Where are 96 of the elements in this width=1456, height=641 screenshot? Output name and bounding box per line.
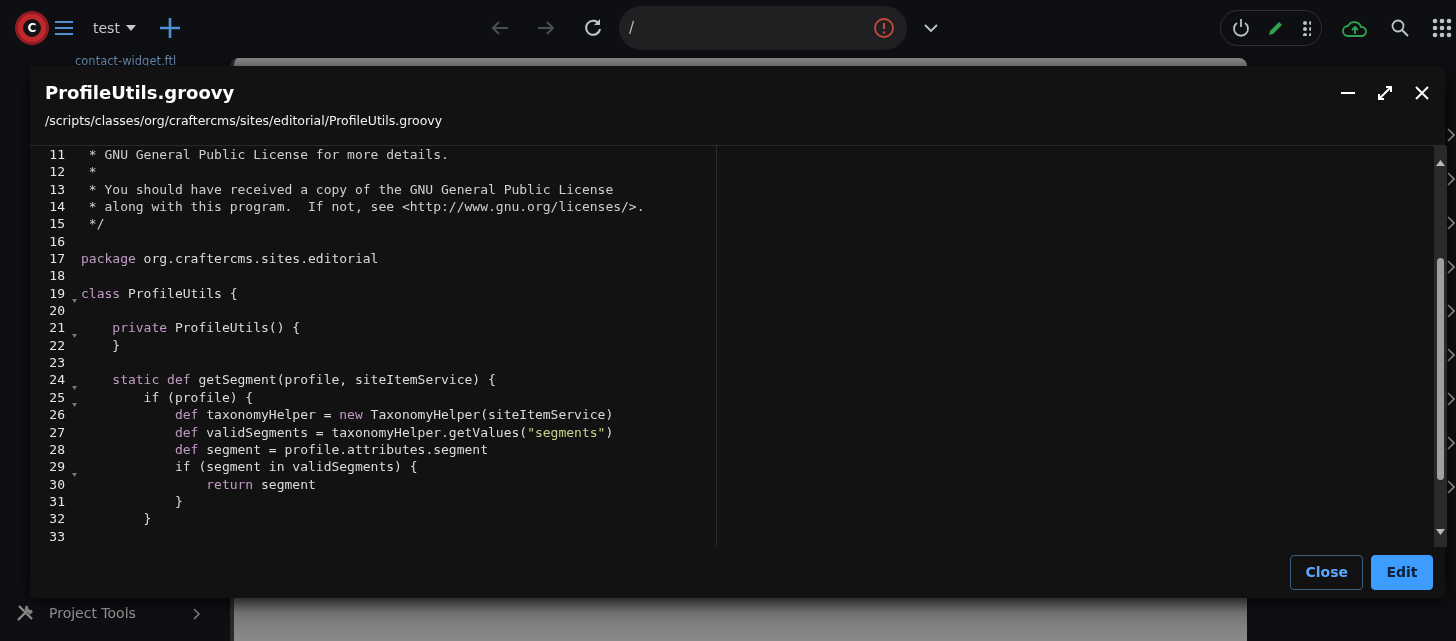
chevron-right-icon [1447, 304, 1455, 318]
search-button[interactable] [1391, 19, 1409, 37]
more-button[interactable] [1301, 20, 1311, 36]
edit-button[interactable]: Edit [1371, 555, 1433, 590]
code-line: package org.craftercms.sites.editorial [81, 251, 379, 267]
logo[interactable]: C [18, 14, 46, 42]
chevron-down-icon [924, 24, 938, 32]
dialog-title: ProfileUtils.groovy [45, 82, 236, 104]
line-number: 28 [48, 440, 66, 459]
code-line: } [111, 337, 121, 353]
scrollbar-thumb[interactable] [1437, 258, 1444, 480]
line-number: 25 [30, 388, 80, 407]
chevron-right-icon [1447, 392, 1455, 406]
line-number: 19 [30, 284, 80, 303]
fold-icon[interactable] [72, 299, 77, 304]
line-number: 12 [48, 163, 66, 181]
publish-button[interactable] [1342, 19, 1368, 37]
chevron-right-icon [1447, 216, 1455, 230]
refresh-icon [583, 18, 603, 38]
code-line: if (profile) { [142, 389, 254, 405]
fold-icon[interactable] [72, 472, 77, 477]
dropdown-button[interactable] [924, 24, 938, 32]
caret-icon [125, 25, 136, 31]
expand-icon [1377, 85, 1393, 101]
code-line: * along with this program. If not, see <http://www.gnu.org/licenses/>. [87, 199, 645, 215]
chevron-right-icon [1447, 436, 1455, 450]
line-number: 20 [48, 302, 66, 320]
line-number: 18 [48, 267, 66, 285]
chevron-right-icon [1447, 480, 1455, 494]
power-button[interactable] [1231, 18, 1251, 38]
line-number: 22 [48, 336, 66, 355]
edit-mode-button[interactable] [1267, 19, 1285, 37]
pencil-icon [1267, 19, 1285, 37]
apps-grid-icon [1432, 18, 1452, 38]
close-icon [1415, 86, 1429, 100]
file-path: /scripts/classes/org/craftercms/sites/editorial/ProfileUtils.groovy [45, 111, 443, 130]
line-number: 14 [48, 198, 66, 216]
line-number: 24 [30, 371, 80, 389]
chevron-right-icon [1447, 128, 1455, 142]
site-selector[interactable]: test [93, 17, 136, 39]
line-number: 21 [30, 319, 80, 337]
cloud-upload-icon [1342, 19, 1368, 37]
line-number: 15 [48, 215, 66, 233]
line-number: 33 [48, 527, 66, 545]
code-line: def taxonomyHelper = new TaxonomyHelper(siteItemService) [173, 407, 614, 423]
fold-icon[interactable] [72, 403, 77, 408]
address-field[interactable]: / [619, 6, 907, 50]
fold-icon[interactable] [72, 385, 77, 390]
close-button[interactable] [1415, 86, 1429, 100]
refresh-button[interactable] [583, 18, 603, 38]
code-line: class ProfileUtils { [81, 285, 238, 301]
line-number: 26 [48, 406, 66, 424]
scrollbar[interactable] [1434, 146, 1447, 547]
line-number: 31 [48, 492, 66, 511]
line-number: 13 [48, 180, 66, 199]
line-number: 23 [48, 354, 66, 372]
line-number: 27 [48, 423, 66, 441]
line-number: 32 [48, 510, 66, 528]
scroll-down-icon[interactable] [1436, 528, 1445, 535]
code-line: def segment = profile.attributes.segment [173, 441, 488, 457]
code-line: } [142, 511, 152, 527]
error-icon [873, 17, 895, 39]
code-line: return segment [205, 476, 316, 492]
plus-icon [159, 18, 180, 38]
line-number: 11 [48, 146, 66, 164]
code-line: } [173, 493, 183, 509]
apps-button[interactable] [1432, 18, 1452, 38]
code-line: */ [87, 216, 105, 232]
chevron-right-icon [1447, 260, 1455, 274]
code-line: private ProfileUtils() { [111, 320, 301, 336]
add-button[interactable] [159, 18, 180, 38]
power-icon [1231, 18, 1251, 38]
code-line: if (segment in validSegments) { [173, 459, 418, 475]
chevron-right-icon [193, 607, 200, 620]
search-icon [1391, 19, 1409, 37]
code-line: * [87, 164, 97, 180]
code-line: * GNU General Public License for more details. [87, 147, 449, 162]
line-number: 30 [48, 475, 66, 493]
menu-button[interactable] [54, 20, 74, 36]
fold-icon[interactable] [72, 333, 77, 338]
chevron-right-icon [1447, 172, 1455, 186]
menu-icon [54, 20, 74, 36]
code-line: def validSegments = taxonomyHelper.getValues("segments") [173, 424, 614, 440]
line-number: 16 [48, 232, 66, 251]
file-tab[interactable]: contact-widget.ftl [0, 53, 218, 71]
code-line: * You should have received a copy of the GNU General Public License [87, 181, 614, 197]
line-number: 17 [48, 250, 66, 268]
tools-icon [15, 603, 35, 623]
close-dialog-button[interactable]: Close [1290, 555, 1363, 590]
sidebar-item[interactable]: Project Tools [0, 601, 218, 641]
line-number: 29 [30, 458, 80, 476]
chevron-right-icon [1447, 348, 1455, 362]
maximize-button[interactable] [1377, 85, 1393, 101]
scroll-up-icon[interactable] [1436, 159, 1445, 166]
dots-icon [1301, 20, 1311, 36]
code-line: static def getSegment(profile, siteItemService) { [111, 372, 496, 388]
